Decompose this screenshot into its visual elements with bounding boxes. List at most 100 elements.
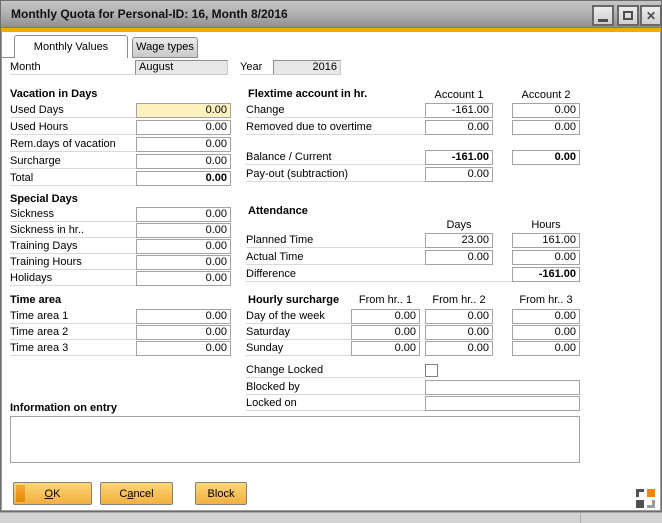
hourly-col-2: From hr.. 2 — [425, 294, 493, 306]
month-field[interactable]: August — [135, 60, 228, 75]
blocked-by-field[interactable] — [425, 380, 580, 395]
flextime-col-account2: Account 2 — [512, 89, 580, 101]
section-title-information: Information on entry — [10, 402, 117, 414]
change-locked-label: Change Locked — [246, 363, 425, 378]
day-of-week-field-1[interactable]: 0.00 — [351, 309, 420, 324]
sickness-label: Sickness — [10, 207, 136, 222]
holidays-field[interactable]: 0.00 — [136, 271, 231, 286]
sunday-field-2[interactable]: 0.00 — [425, 341, 493, 356]
total-label: Total — [10, 171, 136, 186]
maximize-icon — [623, 11, 633, 20]
year-label: Year — [240, 60, 273, 75]
time-area-2-label: Time area 2 — [10, 325, 136, 340]
sunday-field-1[interactable]: 0.00 — [351, 341, 420, 356]
time-area-1-field[interactable]: 0.00 — [136, 309, 231, 324]
sunday-field-3[interactable]: 0.00 — [512, 341, 580, 356]
section-title-special-days: Special Days — [10, 193, 78, 205]
ok-button[interactable]: OK — [13, 482, 92, 505]
close-button[interactable]: ✕ — [640, 5, 662, 26]
difference-hours-field[interactable]: -161.00 — [512, 267, 580, 282]
tab-wage-types[interactable]: Wage types — [132, 37, 198, 58]
surcharge-label: Surcharge — [10, 154, 136, 169]
change-label: Change — [246, 103, 425, 118]
dialog-window: Monthly Quota for Personal-ID: 16, Month… — [0, 0, 662, 512]
saturday-field-2[interactable]: 0.00 — [425, 325, 493, 340]
cancel-button[interactable]: Cancel — [100, 482, 173, 505]
hourly-col-3: From hr.. 3 — [512, 294, 580, 306]
planned-time-hours-field[interactable]: 161.00 — [512, 233, 580, 248]
actual-time-hours-field[interactable]: 0.00 — [512, 250, 580, 265]
change-account2-field[interactable]: 0.00 — [512, 103, 580, 118]
used-days-field[interactable]: 0.00 — [136, 103, 231, 118]
sickness-hr-field[interactable]: 0.00 — [136, 223, 231, 238]
removed-overtime-account2-field[interactable]: 0.00 — [512, 120, 580, 135]
difference-label: Difference — [246, 267, 512, 282]
tab-baseline — [1, 57, 14, 58]
used-hours-label: Used Hours — [10, 120, 136, 135]
attendance-col-hours: Hours — [512, 219, 580, 231]
expand-link-icon[interactable] — [636, 489, 655, 508]
time-area-3-label: Time area 3 — [10, 341, 136, 356]
bottom-strip — [0, 512, 662, 523]
maximize-button[interactable] — [617, 5, 639, 26]
titlebar: Monthly Quota for Personal-ID: 16, Month… — [1, 1, 661, 28]
minimize-icon — [598, 19, 608, 22]
block-button[interactable]: Block — [195, 482, 247, 505]
section-title-flextime: Flextime account in hr. — [248, 88, 367, 100]
balance-account1-field[interactable]: -161.00 — [425, 150, 493, 165]
time-area-3-field[interactable]: 0.00 — [136, 341, 231, 356]
training-hours-field[interactable]: 0.00 — [136, 255, 231, 270]
blocked-by-label: Blocked by — [246, 380, 425, 395]
close-icon: ✕ — [646, 10, 656, 22]
saturday-label: Saturday — [246, 325, 351, 340]
day-of-week-field-2[interactable]: 0.00 — [425, 309, 493, 324]
accent-bar — [1, 28, 661, 32]
saturday-field-1[interactable]: 0.00 — [351, 325, 420, 340]
removed-overtime-label: Removed due to overtime — [246, 120, 425, 135]
training-days-field[interactable]: 0.00 — [136, 239, 231, 254]
hourly-col-1: From hr.. 1 — [337, 294, 434, 306]
bottom-seam — [580, 513, 581, 523]
removed-overtime-account1-field[interactable]: 0.00 — [425, 120, 493, 135]
month-label: Month — [10, 60, 136, 75]
time-area-2-field[interactable]: 0.00 — [136, 325, 231, 340]
payout-account1-field[interactable]: 0.00 — [425, 167, 493, 182]
section-title-attendance: Attendance — [248, 205, 308, 217]
section-title-hourly-surcharge: Hourly surcharge — [248, 294, 339, 306]
sunday-label: Sunday — [246, 341, 351, 356]
locked-on-label: Locked on — [246, 396, 425, 411]
sickness-field[interactable]: 0.00 — [136, 207, 231, 222]
change-account1-field[interactable]: -161.00 — [425, 103, 493, 118]
tab-monthly-values[interactable]: Monthly Values — [14, 35, 128, 58]
planned-time-label: Planned Time — [246, 233, 425, 248]
surcharge-field[interactable]: 0.00 — [136, 154, 231, 169]
day-of-week-label: Day of the week — [246, 309, 351, 324]
day-of-week-field-3[interactable]: 0.00 — [512, 309, 580, 324]
used-days-label: Used Days — [10, 103, 136, 118]
section-title-time-area: Time area — [10, 294, 61, 306]
payout-label: Pay-out (subtraction) — [246, 167, 425, 182]
planned-time-days-field[interactable]: 23.00 — [425, 233, 493, 248]
change-locked-checkbox[interactable] — [425, 364, 438, 377]
total-field[interactable]: 0.00 — [136, 171, 231, 186]
time-area-1-label: Time area 1 — [10, 309, 136, 324]
rem-days-label: Rem.days of vacation — [10, 137, 136, 152]
actual-time-label: Actual Time — [246, 250, 425, 265]
saturday-field-3[interactable]: 0.00 — [512, 325, 580, 340]
rem-days-field[interactable]: 0.00 — [136, 137, 231, 152]
balance-label: Balance / Current — [246, 150, 425, 165]
used-hours-field[interactable]: 0.00 — [136, 120, 231, 135]
attendance-col-days: Days — [425, 219, 493, 231]
year-field[interactable]: 2016 — [273, 60, 341, 75]
actual-time-days-field[interactable]: 0.00 — [425, 250, 493, 265]
holidays-label: Holidays — [10, 271, 136, 286]
flextime-col-account1: Account 1 — [425, 89, 493, 101]
training-hours-label: Training Hours — [10, 255, 136, 270]
minimize-button[interactable] — [592, 5, 614, 26]
section-title-vacation: Vacation in Days — [10, 88, 97, 100]
sickness-hr-label: Sickness in hr.. — [10, 223, 136, 238]
balance-account2-field[interactable]: 0.00 — [512, 150, 580, 165]
window-title: Monthly Quota for Personal-ID: 16, Month… — [11, 7, 288, 21]
information-entry-textarea[interactable] — [10, 416, 580, 463]
locked-on-field[interactable] — [425, 396, 580, 411]
